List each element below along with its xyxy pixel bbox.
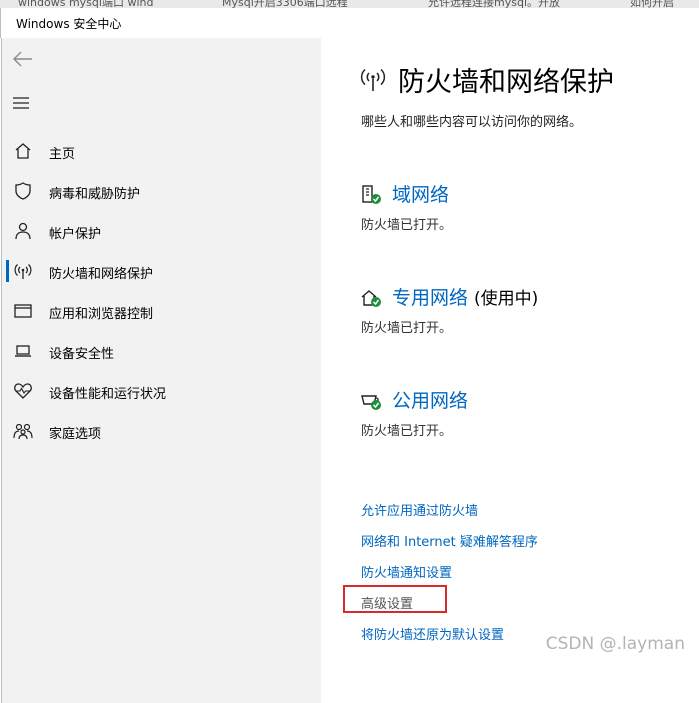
sidebar-item-device-security[interactable]: 设备安全性 [2,331,321,371]
network-status: 防火墙已打开。 [361,424,453,439]
page-subtitle: 哪些人和哪些内容可以访问你的网络。 [361,115,583,130]
shield-icon [15,182,31,200]
hamburger-menu-icon[interactable] [12,96,30,110]
network-name[interactable]: 公用网络 [392,390,468,412]
public-network-icon [361,395,381,410]
public-network-link[interactable]: 公用网络 [392,386,468,413]
sidebar-item-home[interactable]: 主页 [2,131,321,171]
allow-app-through-firewall-link[interactable]: 允许应用通过防火墙 [361,500,478,519]
watermark: CSDN @.layman [545,634,685,654]
network-troubleshooter-link[interactable]: 网络和 Internet 疑难解答程序 [361,531,538,550]
back-arrow-icon[interactable] [12,50,34,68]
wireless-icon [360,68,386,91]
home-icon [15,143,31,159]
network-public: 公用网络 防火墙已打开。 [360,386,690,446]
sidebar-item-firewall[interactable]: 防火墙和网络保护 [2,251,321,291]
heart-pulse-icon [14,383,32,399]
network-status: 防火墙已打开。 [361,218,453,233]
network-name[interactable]: 专用网络 [392,287,468,309]
main-content: 防火墙和网络保护 哪些人和哪些内容可以访问你的网络。 域网络 防火墙已打开。 专… [321,38,699,703]
sidebar-item-label: 防火墙和网络保护 [49,267,154,282]
domain-network-link[interactable]: 域网络 [392,180,449,207]
private-network-link[interactable]: 专用网络 (使用中) [392,283,538,310]
family-icon [13,423,33,440]
restore-firewall-defaults-link[interactable]: 将防火墙还原为默认设置 [361,624,504,643]
person-icon [15,222,31,240]
title-bar: Windows 安全中心 [0,8,699,38]
network-private: 专用网络 (使用中) 防火墙已打开。 [360,283,690,343]
sidebar-item-app-browser-control[interactable]: 应用和浏览器控制 [2,291,321,331]
network-name[interactable]: 域网络 [392,184,449,206]
sidebar-item-label: 设备安全性 [49,347,115,362]
sidebar-item-label: 帐户保护 [49,227,102,242]
sidebar-item-label: 家庭选项 [49,427,102,442]
network-status: 防火墙已打开。 [361,321,453,336]
sidebar-item-family-options[interactable]: 家庭选项 [2,411,321,451]
private-network-icon [361,290,381,307]
domain-network-icon [362,185,381,204]
highlight-box [343,585,447,613]
sidebar-item-label: 病毒和威胁防护 [49,187,141,202]
laptop-icon [15,345,31,357]
network-domain: 域网络 防火墙已打开。 [360,180,690,240]
sidebar-item-account-protection[interactable]: 帐户保护 [2,211,321,251]
sidebar: 主页 病毒和威胁防护 帐户保护 防火墙和网络保护 应用和浏览器控制 设备安全性 … [1,38,321,703]
firewall-notification-settings-link[interactable]: 防火墙通知设置 [361,562,452,581]
sidebar-item-device-performance[interactable]: 设备性能和运行状况 [2,371,321,411]
sidebar-item-label: 应用和浏览器控制 [49,307,154,322]
sidebar-item-label: 设备性能和运行状况 [49,387,167,402]
window-title: Windows 安全中心 [16,17,122,31]
wireless-icon [14,264,32,279]
sidebar-item-label: 主页 [49,147,76,162]
sidebar-item-virus-protection[interactable]: 病毒和威胁防护 [2,171,321,211]
page-title: 防火墙和网络保护 [398,67,614,98]
network-in-use-label: (使用中) [474,289,539,309]
app-browser-icon [14,304,32,318]
